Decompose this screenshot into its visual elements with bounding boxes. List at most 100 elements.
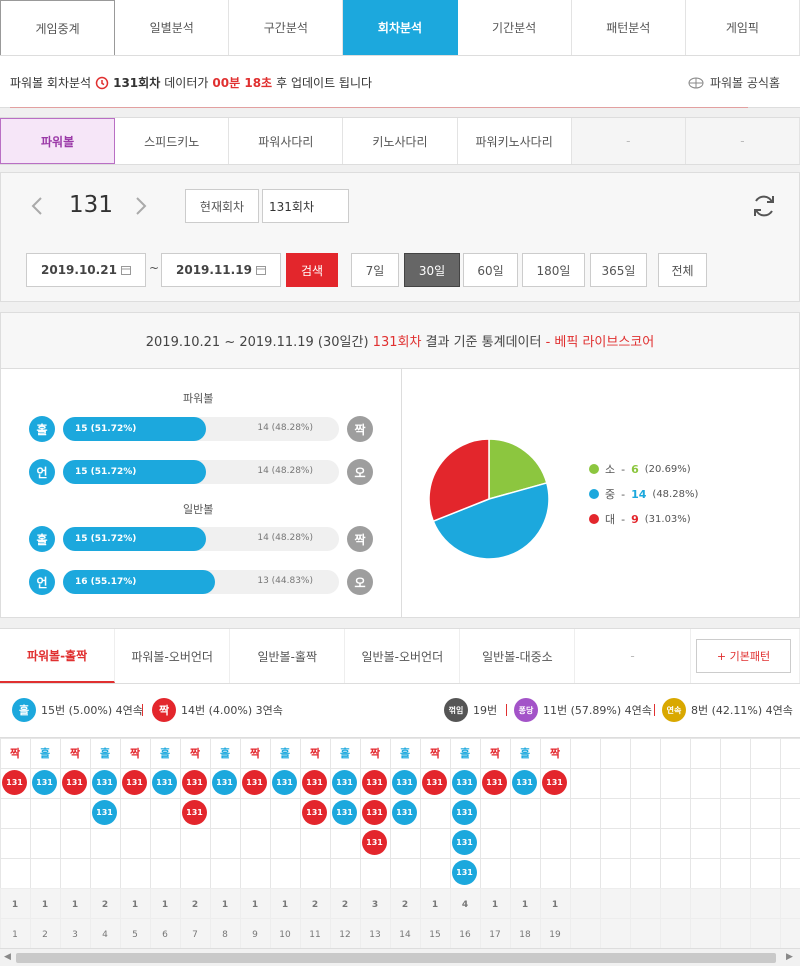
ball-13-0: 131: [392, 770, 417, 795]
pattern-tab-4[interactable]: 일반볼-대중소: [460, 629, 576, 683]
grid-hline: [0, 738, 800, 739]
period-button-3[interactable]: 180일: [522, 253, 585, 287]
official-home-label: 파워볼 공식홈: [709, 76, 780, 90]
summary-break: 꺾임 19번: [444, 698, 497, 722]
even-summary-text: 14번 (4.00%) 3연속: [181, 704, 283, 717]
ball-10-0: 131: [302, 770, 327, 795]
column-number-17: 18: [519, 930, 531, 940]
tab-0[interactable]: 게임중계: [0, 0, 116, 55]
main-nav: 게임중계 일별분석 구간분석 회차분석 기간분석 패턴분석 게임픽: [0, 0, 800, 56]
tab-3[interactable]: 회차분석: [343, 0, 458, 55]
stats-period: 2019.10.21 ~ 2019.11.19 (30일간): [145, 335, 369, 350]
tab-4[interactable]: 기간분석: [458, 0, 572, 55]
streak-summary-text: 8번 (42.11%) 4연속: [691, 704, 793, 717]
ball-6-1: 131: [182, 800, 207, 825]
grid-head-10: 짝: [309, 747, 321, 760]
legend-count: 9: [631, 512, 639, 526]
period-button-0[interactable]: 7일: [351, 253, 399, 287]
bar-left-badge: 홀: [29, 416, 55, 442]
pattern-tab-1[interactable]: 파워볼-오버언더: [115, 629, 231, 683]
bar-track: 15 (51.72%) 14 (48.28%): [63, 417, 339, 441]
grid-head-6: 짝: [189, 747, 201, 760]
ball-15-0: 131: [452, 770, 477, 795]
game-tab-0[interactable]: 파워볼: [0, 118, 116, 164]
column-number-5: 6: [162, 930, 168, 940]
prev-round-icon[interactable]: [31, 196, 43, 216]
date-separator: ~: [149, 261, 160, 275]
period-button-2[interactable]: 60일: [463, 253, 518, 287]
period-button-5[interactable]: 전체: [658, 253, 707, 287]
ball-5-0: 131: [152, 770, 177, 795]
count-14: 1: [431, 900, 439, 910]
tab-1[interactable]: 일별분석: [115, 0, 230, 55]
count-3: 2: [101, 900, 109, 910]
ball-15-2: 131: [452, 830, 477, 855]
pattern-tab-2[interactable]: 일반볼-홀짝: [230, 629, 346, 683]
period-button-1[interactable]: 30일: [404, 253, 460, 287]
grid-head-13: 홀: [399, 747, 411, 760]
pattern-tab-0[interactable]: 파워볼-홀짝: [0, 629, 116, 683]
game-tab-2[interactable]: 파워사다리: [229, 118, 344, 164]
search-button[interactable]: 검색: [286, 253, 338, 287]
scroll-thumb[interactable]: [16, 953, 776, 963]
official-home-link[interactable]: 파워볼 공식홈: [688, 74, 780, 91]
bar-right-badge: 짝: [347, 526, 373, 552]
next-round-icon[interactable]: [135, 196, 147, 216]
pattern-tab-5: -: [575, 629, 691, 683]
pattern-summary: 홀 15번 (5.00%) 4연속 짝 14번 (4.00%) 3연속 꺾임 1…: [0, 684, 800, 738]
tab-2[interactable]: 구간분석: [229, 0, 344, 55]
game-tab-1[interactable]: 스피드키노: [115, 118, 230, 164]
basic-pattern-button[interactable]: + 기본패턴: [696, 639, 791, 673]
column-number-13: 14: [399, 930, 411, 940]
pattern-tab-3[interactable]: 일반볼-오버언더: [345, 629, 461, 683]
tab-6[interactable]: 게임픽: [686, 0, 800, 55]
countdown: 00분 18초: [212, 76, 273, 90]
progress-line: [10, 107, 748, 108]
info-bar: 파워볼 회차분석 131회차 데이터가 00분 18초 후 업데이트 됩니다 파…: [0, 56, 800, 164]
round-input[interactable]: 131회차: [262, 189, 349, 223]
game-tab-3[interactable]: 키노사다리: [343, 118, 458, 164]
game-tab-4[interactable]: 파워키노사다리: [458, 118, 572, 164]
count-12: 3: [371, 900, 379, 910]
tab-5[interactable]: 패턴분석: [572, 0, 686, 55]
current-round-button[interactable]: 현재회차: [185, 189, 259, 223]
legend-item-0: 소 -6 (20.69%): [589, 461, 691, 477]
info-middle: 데이터가: [164, 76, 209, 90]
scroll-left-icon[interactable]: ◀: [4, 952, 11, 962]
divider: [654, 704, 655, 716]
pattern-grid: 짝 131 1 1 홀 131 1 2 짝 131 1 3 홀 131 131 2 4 짝 131 1 5 홀 131 1 6 짝…: [0, 738, 800, 949]
bar-track: 15 (51.72%) 14 (48.28%): [63, 527, 339, 551]
grid-head-0: 짝: [9, 747, 21, 760]
count-6: 2: [191, 900, 199, 910]
date-to-field[interactable]: 2019.11.19: [161, 253, 281, 287]
scroll-right-icon[interactable]: ▶: [786, 952, 793, 962]
legend-item-2: 대 -9 (31.03%): [589, 511, 691, 527]
pong-summary-text: 11번 (57.89%) 4연속: [543, 704, 652, 717]
legend-dot: [589, 489, 599, 499]
ball-13-1: 131: [392, 800, 417, 825]
grid-head-12: 짝: [369, 747, 381, 760]
ball-3-0: 131: [92, 770, 117, 795]
date-from-value: 2019.10.21: [41, 263, 117, 277]
bar-right-badge: 오: [347, 459, 373, 485]
period-button-4[interactable]: 365일: [590, 253, 647, 287]
refresh-icon[interactable]: [751, 193, 777, 219]
pattern-tabs: 파워볼-홀짝 파워볼-오버언더 일반볼-홀짝 일반볼-오버언더 일반볼-대중소 -: [0, 628, 800, 684]
round-number: 131: [69, 192, 113, 218]
break-summary-text: 19번: [473, 704, 498, 717]
ball-12-0: 131: [362, 770, 387, 795]
grid-hline: [0, 858, 800, 859]
date-from-field[interactable]: 2019.10.21: [26, 253, 146, 287]
horizontal-scrollbar[interactable]: ◀ ▶: [0, 948, 800, 966]
count-13: 2: [401, 900, 409, 910]
bar-right-text: 13 (44.83%): [257, 576, 313, 586]
break-badge: 꺾임: [444, 698, 468, 722]
column-number-2: 3: [72, 930, 78, 940]
bar-left-badge: 언: [29, 569, 55, 595]
summary-even: 짝 14번 (4.00%) 3연속: [152, 698, 283, 722]
update-notice: 파워볼 회차분석 131회차 데이터가 00분 18초 후 업데이트 됩니다: [10, 74, 372, 91]
summary-pong: 퐁당 11번 (57.89%) 4연속: [514, 698, 652, 722]
ball-8-0: 131: [242, 770, 267, 795]
bar-fill: 15 (51.72%): [63, 527, 206, 551]
stats-round: 131회차: [372, 335, 422, 350]
